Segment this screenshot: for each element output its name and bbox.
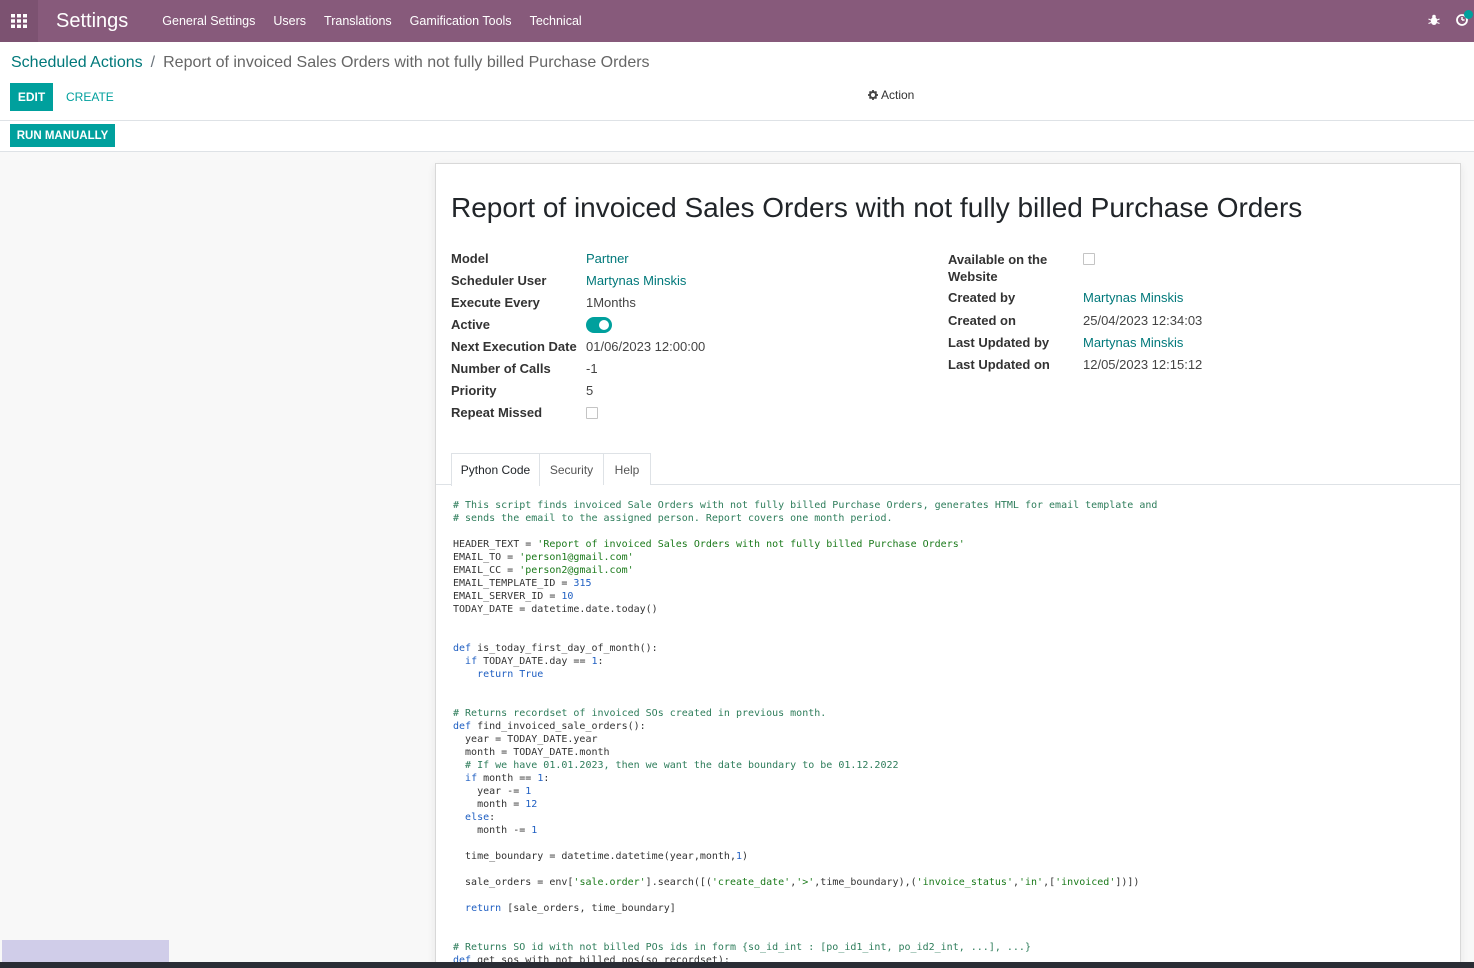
tab-python-code[interactable]: Python Code bbox=[451, 453, 540, 486]
field-label: Created on bbox=[948, 313, 1016, 328]
number-of-calls-value: -1 bbox=[586, 361, 598, 376]
bug-icon[interactable] bbox=[1428, 14, 1440, 29]
clock-icon[interactable] bbox=[1456, 9, 1473, 29]
notebook-tabs: Python Code Security Help bbox=[436, 453, 1460, 486]
field-label: Next Execution Date bbox=[451, 339, 577, 354]
code-line: return True bbox=[477, 669, 544, 680]
priority-value: 5 bbox=[586, 383, 594, 398]
menu-translations[interactable]: Translations bbox=[324, 14, 392, 28]
notification-badge bbox=[1464, 9, 1473, 19]
code-line: TODAY_DATE = datetime.date.today() bbox=[453, 604, 658, 615]
field-label: Model bbox=[451, 251, 489, 266]
code-line: year = TODAY_DATE.year bbox=[453, 734, 598, 745]
field-label: Scheduler User bbox=[451, 273, 547, 288]
app-title[interactable]: Settings bbox=[56, 10, 128, 33]
navbar-systray bbox=[1428, 0, 1474, 42]
field-label: Last Updated by bbox=[948, 335, 1050, 350]
field-label: Created by bbox=[948, 290, 1016, 305]
code-line: # Returns recordset of invoiced SOs crea… bbox=[453, 708, 827, 719]
code-line: def find_invoiced_sale_orders(): bbox=[453, 721, 646, 732]
toggle-knob bbox=[599, 320, 609, 330]
code-line: EMAIL_TO = 'person1@gmail.com' bbox=[453, 552, 634, 563]
main-menu: General Settings Users Translations Gami… bbox=[162, 14, 599, 28]
scheduler-user-link[interactable]: Martynas Minskis bbox=[586, 273, 686, 288]
field-label: Active bbox=[451, 317, 491, 332]
form-statusbar: RUN MANUALLY bbox=[0, 121, 1474, 152]
last-updated-by-link[interactable]: Martynas Minskis bbox=[1083, 335, 1183, 350]
code-line: if TODAY_DATE.day == 1: bbox=[465, 656, 604, 667]
python-code-editor[interactable]: # This script finds invoiced Sale Orders… bbox=[453, 499, 1157, 967]
gear-icon bbox=[868, 90, 878, 100]
edit-button[interactable]: EDIT bbox=[10, 83, 53, 111]
available-on-website-checkbox[interactable] bbox=[1083, 253, 1095, 265]
breadcrumb-scheduled-actions[interactable]: Scheduled Actions bbox=[11, 54, 143, 72]
apps-grid-icon[interactable] bbox=[0, 0, 38, 42]
code-line: EMAIL_TEMPLATE_ID = 315 bbox=[453, 578, 592, 589]
create-button[interactable]: CREATE bbox=[58, 83, 122, 111]
active-toggle[interactable] bbox=[586, 317, 612, 333]
field-label: Priority bbox=[451, 383, 497, 398]
record-title: Report of invoiced Sales Orders with not… bbox=[451, 192, 1303, 223]
field-label: Last Updated on bbox=[948, 357, 1050, 372]
breadcrumb: Scheduled Actions / Report of invoiced S… bbox=[11, 54, 650, 72]
execute-every-value: 1Months bbox=[586, 295, 636, 310]
form-sheet: Report of invoiced Sales Orders with not… bbox=[435, 163, 1461, 968]
last-updated-on-value: 12/05/2023 12:15:12 bbox=[1083, 357, 1203, 372]
field-label: Execute Every bbox=[451, 295, 540, 310]
code-line: else: bbox=[465, 812, 496, 823]
code-line: # If we have 01.01.2023, then we want th… bbox=[453, 760, 899, 771]
code-line: month -= 1 bbox=[453, 825, 538, 836]
code-line: month = 12 bbox=[453, 799, 538, 810]
code-line: month = TODAY_DATE.month bbox=[453, 747, 610, 758]
field-label: Number of Calls bbox=[451, 361, 551, 376]
created-on-value: 25/04/2023 12:34:03 bbox=[1083, 313, 1203, 328]
code-line: # This script finds invoiced Sale Orders… bbox=[453, 500, 1158, 511]
action-label: Action bbox=[881, 88, 915, 102]
code-line: def is_today_first_day_of_month(): bbox=[453, 643, 658, 654]
next-execution-date-value: 01/06/2023 12:00:00 bbox=[586, 339, 706, 354]
tab-security[interactable]: Security bbox=[540, 453, 604, 485]
field-label: Available on the Website bbox=[948, 252, 1048, 284]
breadcrumb-current: Report of invoiced Sales Orders with not… bbox=[163, 54, 650, 71]
repeat-missed-checkbox[interactable] bbox=[586, 407, 598, 419]
menu-general-settings[interactable]: General Settings bbox=[162, 14, 255, 28]
menu-gamification-tools[interactable]: Gamification Tools bbox=[410, 14, 512, 28]
bottom-bar bbox=[0, 962, 1474, 968]
model-link[interactable]: Partner bbox=[586, 251, 629, 266]
created-by-link[interactable]: Martynas Minskis bbox=[1083, 290, 1183, 305]
tab-help[interactable]: Help bbox=[604, 453, 651, 485]
code-line: # Returns SO id with not billed POs ids … bbox=[453, 942, 1031, 953]
control-panel: Scheduled Actions / Report of invoiced S… bbox=[0, 42, 1474, 121]
menu-users[interactable]: Users bbox=[273, 14, 306, 28]
field-label: Repeat Missed bbox=[451, 405, 543, 420]
action-menu[interactable]: Action bbox=[868, 88, 914, 102]
top-navbar: Settings General Settings Users Translat… bbox=[0, 0, 1474, 42]
code-line: # sends the email to the assigned person… bbox=[453, 513, 893, 524]
code-line: return [sale_orders, time_boundary] bbox=[465, 903, 676, 914]
code-line: time_boundary = datetime.datetime(year,m… bbox=[453, 851, 749, 862]
run-manually-button[interactable]: RUN MANUALLY bbox=[10, 124, 115, 147]
code-line: EMAIL_SERVER_ID = 10 bbox=[453, 591, 574, 602]
code-line: if month == 1: bbox=[465, 773, 550, 784]
code-line: HEADER_TEXT = 'Report of invoiced Sales … bbox=[453, 539, 965, 550]
code-line: EMAIL_CC = 'person2@gmail.com' bbox=[453, 565, 634, 576]
menu-technical[interactable]: Technical bbox=[530, 14, 582, 28]
breadcrumb-separator: / bbox=[150, 54, 156, 71]
code-line: year -= 1 bbox=[453, 786, 532, 797]
code-line: sale_orders = env['sale.order'].search([… bbox=[453, 877, 1140, 888]
